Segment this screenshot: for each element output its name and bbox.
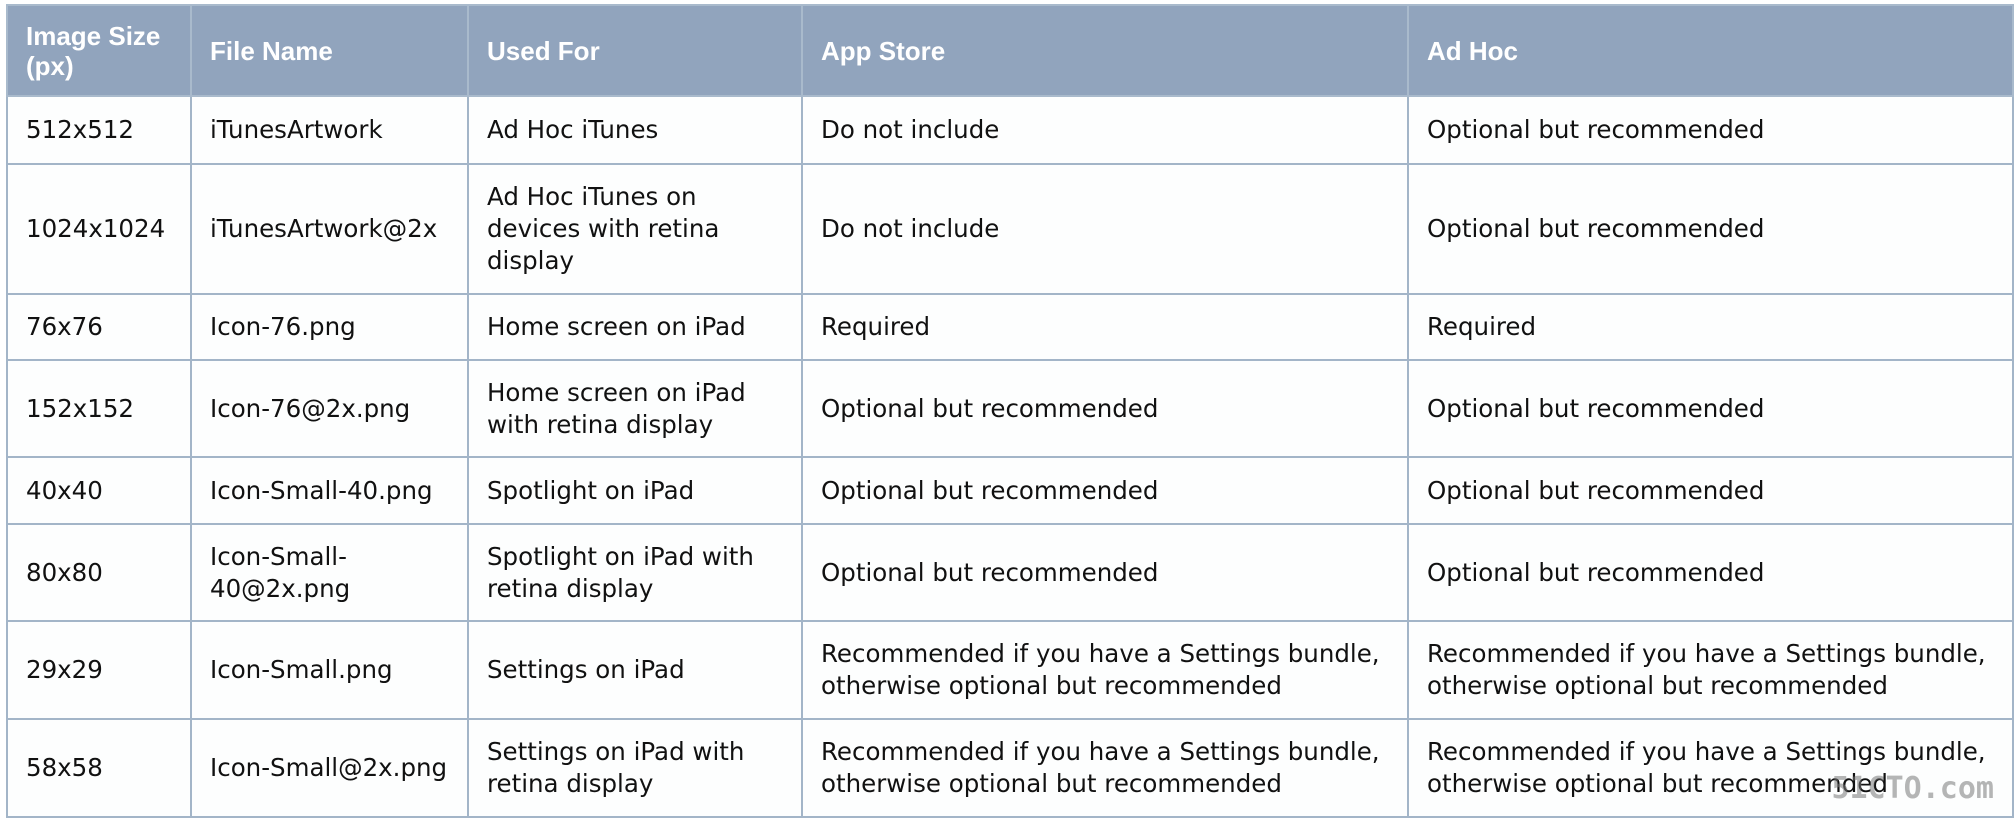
table-cell: Optional but recommended xyxy=(1407,163,2014,295)
table-row: 1024x1024 iTunesArtwork@2x Ad Hoc iTunes o… xyxy=(6,163,2014,295)
table-cell: iTunesArtwork xyxy=(190,95,469,165)
watermark-logo: 51CTO.com xyxy=(1831,771,1994,806)
table-cell: Optional but recommended xyxy=(801,359,1409,458)
table-cell: Required xyxy=(1407,293,2014,361)
column-header: App Store xyxy=(801,4,1409,97)
table-row: 152x152 Icon-76@2x.png Home screen on iPad… xyxy=(6,359,2014,458)
table-cell: 76x76 xyxy=(6,293,192,361)
table-row: 40x40 Icon-Small-40.png Spotlight on iPad O… xyxy=(6,456,2014,525)
table-cell: Spotlight on iPad xyxy=(467,456,803,525)
table-cell: Optional but recommended xyxy=(801,523,1409,622)
icon-requirements-table: Image Size (px) File Name Used For App Stor… xyxy=(6,4,2014,818)
table-cell: iTunesArtwork@2x xyxy=(190,163,469,295)
table-cell: Optional but recommended xyxy=(1407,359,2014,458)
table-cell: Required xyxy=(801,293,1409,361)
table-cell: Optional but recommended xyxy=(1407,95,2014,165)
table-cell: Optional but recommended xyxy=(1407,456,2014,525)
table-cell: 80x80 xyxy=(6,523,192,622)
table-cell: Icon-Small-40@2x.png xyxy=(190,523,469,622)
table-cell: Icon-Small@2x.png xyxy=(190,718,469,818)
table-row: 29x29 Icon-Small.png Settings on iPad Recom… xyxy=(6,620,2014,720)
table-cell: 1024x1024 xyxy=(6,163,192,295)
table-cell: Settings on iPad xyxy=(467,620,803,720)
column-header: Ad Hoc xyxy=(1407,4,2014,97)
table-cell: Spotlight on iPad with retina display xyxy=(467,523,803,622)
table-cell: Do not include xyxy=(801,163,1409,295)
table-row: 512x512 iTunesArtwork Ad Hoc iTunes Do not … xyxy=(6,95,2014,165)
table-row: 80x80 Icon-Small-40@2x.png Spotlight on iP… xyxy=(6,523,2014,622)
column-header: Used For xyxy=(467,4,803,97)
table-row: 58x58 Icon-Small@2x.png Settings on iPad w… xyxy=(6,718,2014,818)
table-cell: 152x152 xyxy=(6,359,192,458)
table-cell: 58x58 xyxy=(6,718,192,818)
column-header: Image Size (px) xyxy=(6,4,192,97)
table-cell: Settings on iPad with retina display xyxy=(467,718,803,818)
column-header: File Name xyxy=(190,4,469,97)
table-cell: Ad Hoc iTunes xyxy=(467,95,803,165)
table-cell: Recommended if you have a Settings bundl… xyxy=(1407,620,2014,720)
table-row: 76x76 Icon-76.png Home screen on iPad Requi… xyxy=(6,293,2014,361)
table-cell: Icon-Small-40.png xyxy=(190,456,469,525)
table-cell: Do not include xyxy=(801,95,1409,165)
table-cell: Optional but recommended xyxy=(801,456,1409,525)
table-cell: 40x40 xyxy=(6,456,192,525)
table-cell: Recommended if you have a Settings bundl… xyxy=(801,718,1409,818)
table-cell: Icon-76.png xyxy=(190,293,469,361)
table-cell: Ad Hoc iTunes on devices with retina dis… xyxy=(467,163,803,295)
header-row: Image Size (px) File Name Used For App Stor… xyxy=(6,4,2014,97)
table-cell: Home screen on iPad with retina display xyxy=(467,359,803,458)
table-cell: 512x512 xyxy=(6,95,192,165)
table-cell: Optional but recommended xyxy=(1407,523,2014,622)
table-cell: Recommended if you have a Settings bundl… xyxy=(801,620,1409,720)
table-cell: Home screen on iPad xyxy=(467,293,803,361)
table-cell: Icon-Small.png xyxy=(190,620,469,720)
table-cell: Icon-76@2x.png xyxy=(190,359,469,458)
table-cell: 29x29 xyxy=(6,620,192,720)
